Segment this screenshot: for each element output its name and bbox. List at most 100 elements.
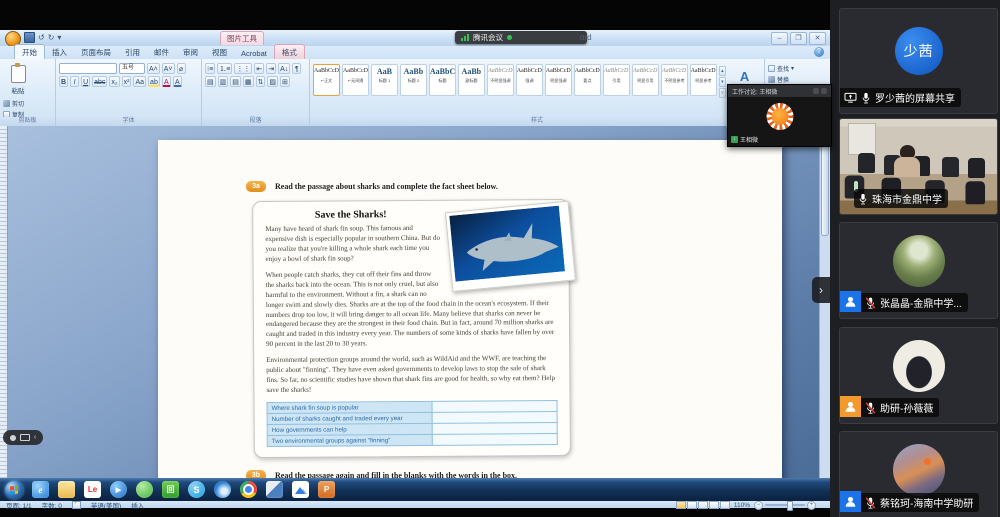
cut-button[interactable]: 剪切 [3, 99, 30, 108]
fullscreen-reading-icon[interactable] [687, 501, 697, 509]
taskbar-media-player-icon[interactable]: ▶ [110, 481, 127, 498]
undo-icon[interactable]: ↺ [38, 32, 45, 43]
sort-icon[interactable]: A↓ [278, 63, 290, 74]
taskbar-meeting-app-icon[interactable] [292, 481, 309, 498]
grow-font-button[interactable]: A˄ [147, 63, 160, 74]
font-name-select[interactable] [59, 63, 117, 74]
style-chip[interactable]: AaBbCcD↵无间隔 [342, 64, 369, 96]
style-chip[interactable]: AaB标题 1 [371, 64, 398, 96]
style-chip[interactable]: AaBb副标题 [458, 64, 485, 96]
replace-button[interactable]: 替换 [768, 75, 794, 84]
zoom-track[interactable] [765, 504, 805, 506]
taskbar-photo-viewer-icon[interactable] [266, 481, 283, 498]
status-page-count[interactable]: 页面: 1/1 [6, 500, 32, 510]
minimize-button[interactable]: – [771, 32, 788, 45]
taskbar-powerpoint-icon[interactable]: P [318, 481, 335, 498]
status-language[interactable]: 英语(美国) [91, 500, 121, 510]
participant-tile-video[interactable]: 珠海市金鼎中学 [839, 118, 998, 215]
numbering-icon[interactable]: ⒈≡ [217, 63, 232, 74]
tab-insert[interactable]: 插入 [45, 45, 74, 59]
ime-toolbar[interactable]: ‹ [3, 430, 43, 445]
align-center-icon[interactable]: ▥ [218, 76, 229, 87]
meeting-floating-pill[interactable]: 腾讯会议 [455, 31, 587, 44]
bullets-icon[interactable]: ⁝≡ [205, 63, 215, 74]
style-chip[interactable]: AaBbCcD要点 [574, 64, 601, 96]
taskbar-green-app-icon[interactable] [136, 481, 153, 498]
gallery-more-icon[interactable]: ▿ [719, 88, 727, 98]
gallery-down-icon[interactable]: ▾ [719, 77, 727, 87]
taskbar-explorer-icon[interactable] [58, 481, 75, 498]
character-border-button[interactable]: A [173, 76, 182, 87]
help-icon[interactable]: ? [814, 47, 824, 57]
change-case-button[interactable]: Aa [133, 76, 146, 87]
scrollbar-thumb[interactable] [821, 144, 829, 236]
tab-page-layout[interactable]: 页面布局 [74, 45, 118, 59]
taskbar-letv-icon[interactable]: Le [84, 481, 101, 498]
proofing-icon[interactable] [72, 501, 81, 509]
ime-face-icon[interactable] [10, 435, 16, 441]
align-right-icon[interactable]: ▤ [230, 76, 241, 87]
style-chip[interactable]: AaBbCcD↵正文 [313, 64, 340, 96]
shrink-font-button[interactable]: A˅ [162, 63, 175, 74]
style-chip[interactable]: AaBbCcD明显强调 [545, 64, 572, 96]
style-chip[interactable]: AaBb标题 2 [400, 64, 427, 96]
participant-tile-avatar[interactable]: 助研-孙薇薇 [839, 327, 998, 424]
zoom-out-button[interactable]: − [754, 501, 763, 510]
panel-button[interactable] [813, 88, 819, 94]
print-layout-icon[interactable] [676, 501, 686, 509]
strikethrough-button[interactable]: abc [92, 76, 107, 87]
bold-button[interactable]: B [59, 76, 68, 87]
shading-icon[interactable]: ▨ [267, 76, 278, 87]
document-page[interactable]: 3a Read the passage about sharks and com… [158, 140, 782, 500]
style-chip[interactable]: AaBbCcD引用 [603, 64, 630, 96]
find-button[interactable]: 查找 ▾ [768, 64, 794, 73]
discussion-floating-panel[interactable]: 工作讨论: 王相微 ↓ 王相微 [727, 84, 832, 147]
maximize-button[interactable]: ❐ [790, 32, 807, 45]
chevron-left-icon[interactable]: ‹ [34, 430, 36, 445]
participant-tile-avatar[interactable]: 蔡铭珂-海南中学助研 [839, 431, 998, 517]
redo-icon[interactable]: ↻ [48, 32, 55, 43]
status-insert-mode[interactable]: 插入 [131, 500, 144, 510]
web-layout-icon[interactable] [698, 501, 708, 509]
panel-button[interactable] [821, 88, 827, 94]
taskbar-ie-icon[interactable]: e [32, 481, 49, 498]
taskbar-green-square-app-icon[interactable]: 回 [162, 481, 179, 498]
taskbar-browser-swirl-icon[interactable] [214, 481, 231, 498]
justify-icon[interactable]: ▦ [243, 76, 254, 87]
sidebar-collapse-handle[interactable]: › [812, 277, 830, 303]
tab-mailings[interactable]: 邮件 [147, 45, 176, 59]
text-highlight-button[interactable]: ab [148, 76, 160, 87]
line-spacing-icon[interactable]: ⇅ [256, 76, 266, 87]
zoom-thumb[interactable] [787, 501, 793, 511]
tab-home[interactable]: 开始 [14, 44, 45, 59]
superscript-button[interactable]: x² [122, 76, 132, 87]
gallery-up-icon[interactable]: ▴ [719, 66, 727, 76]
status-word-count[interactable]: 字数: 0 [42, 500, 62, 510]
tab-acrobat[interactable]: Acrobat [234, 47, 274, 59]
tab-format[interactable]: 格式 [274, 44, 305, 59]
keyboard-icon[interactable] [20, 434, 30, 441]
increase-indent-icon[interactable]: ⇥ [266, 63, 276, 74]
taskbar-chrome-icon[interactable] [240, 481, 257, 498]
italic-button[interactable]: I [70, 76, 79, 87]
zoom-level[interactable]: 110% [734, 502, 750, 509]
font-color-button[interactable]: A [162, 76, 171, 87]
subscript-button[interactable]: x₂ [109, 76, 119, 87]
style-chip[interactable]: AaBbC标题 [429, 64, 456, 96]
zoom-in-button[interactable]: + [807, 501, 816, 510]
save-icon[interactable] [24, 32, 35, 43]
outline-view-icon[interactable] [709, 501, 719, 509]
multilevel-list-icon[interactable]: ⋮⋮ [234, 63, 252, 74]
style-chip[interactable]: AaBbCcD明显参考 [690, 64, 717, 96]
underline-button[interactable]: U [81, 76, 90, 87]
style-chip[interactable]: AaBbCcD不明显强调 [487, 64, 514, 96]
tab-references[interactable]: 引用 [118, 45, 147, 59]
tab-review[interactable]: 审阅 [176, 45, 205, 59]
qat-dropdown-icon[interactable]: ▾ [57, 32, 61, 43]
vertical-scrollbar[interactable]: ▴ ▾ [819, 126, 830, 500]
participant-tile-avatar[interactable]: 张晶晶-金鼎中学... [839, 222, 998, 319]
participant-tile-screen-share[interactable]: 少茜 罗少茜的屏幕共享 [839, 8, 998, 114]
close-button[interactable]: ✕ [809, 32, 826, 45]
tab-view[interactable]: 视图 [205, 45, 234, 59]
paste-button[interactable]: 粘贴 [3, 62, 33, 95]
